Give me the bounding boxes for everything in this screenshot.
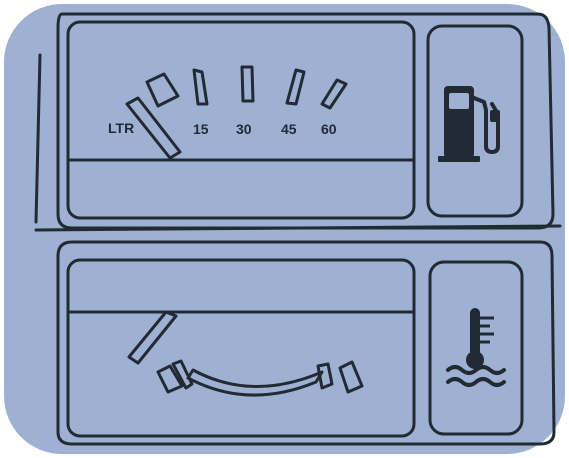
- scale-label-ltr: LTR: [108, 120, 134, 136]
- scale-label-15: 15: [193, 121, 209, 137]
- scale-label-45: 45: [281, 121, 297, 137]
- instrument-cluster-diagram: LTR 15 30 45 60: [0, 0, 569, 458]
- scale-label-60: 60: [321, 121, 337, 137]
- scale-label-30: 30: [236, 121, 252, 137]
